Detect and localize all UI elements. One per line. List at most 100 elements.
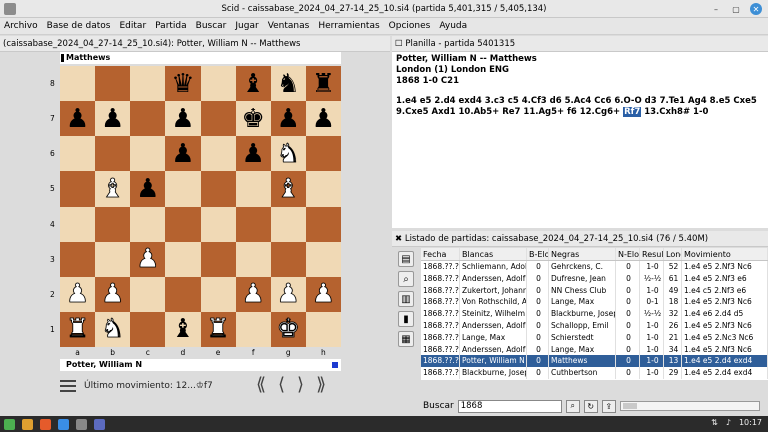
square-g4[interactable] bbox=[270, 206, 306, 242]
browser-icon[interactable] bbox=[40, 418, 51, 430]
square-e3[interactable] bbox=[200, 241, 236, 277]
square-a3[interactable] bbox=[60, 241, 96, 277]
scid-task-icon[interactable] bbox=[94, 418, 105, 430]
table-row[interactable]: 1868.??.?? Steinitz, Wilhelm 0 Blackburne, … bbox=[421, 308, 768, 320]
square-b6[interactable] bbox=[95, 136, 131, 172]
square-e8[interactable] bbox=[200, 66, 236, 102]
square-d8[interactable]: ♛ bbox=[165, 66, 201, 102]
search-input[interactable] bbox=[457, 399, 562, 413]
white-pawn-icon[interactable]: ♟ bbox=[66, 281, 90, 308]
square-a1[interactable]: ♜ bbox=[60, 311, 96, 347]
square-h6[interactable] bbox=[305, 136, 341, 172]
table-row[interactable]: 1868.??.?? Blackburne, Joseph 0 Cuthbertson… bbox=[421, 367, 768, 379]
square-c1[interactable] bbox=[130, 311, 166, 347]
refresh-icon[interactable]: ↻ bbox=[583, 399, 598, 413]
white-rook-icon[interactable]: ♜ bbox=[206, 316, 230, 343]
square-h8[interactable]: ♜ bbox=[305, 66, 341, 102]
square-c4[interactable] bbox=[130, 206, 166, 242]
menu-base-de-datos[interactable]: Base de datos bbox=[47, 21, 111, 31]
white-bishop-icon[interactable]: ♝ bbox=[276, 176, 300, 203]
board-icon[interactable]: ▦ bbox=[398, 331, 414, 347]
moves-after-current[interactable]: 13.Cxh8# 1-0 bbox=[641, 107, 708, 117]
black-pawn-icon[interactable]: ♟ bbox=[66, 106, 89, 132]
table-row[interactable]: 1868.??.?? Anderssen, Adolf 0 Schallopp, Em… bbox=[421, 319, 768, 332]
square-g1[interactable]: ♚ bbox=[270, 311, 306, 347]
white-pawn-icon[interactable]: ♟ bbox=[241, 281, 265, 308]
black-bishop-icon[interactable]: ♝ bbox=[242, 71, 265, 97]
square-c2[interactable] bbox=[130, 276, 166, 312]
square-e4[interactable] bbox=[200, 206, 236, 242]
menu-buscar[interactable]: Buscar bbox=[196, 21, 227, 31]
files-icon[interactable] bbox=[22, 418, 33, 430]
table-row[interactable]: 1868.??.?? Lange, Max 0 Schierstedt 0 1-0 21 1.… bbox=[421, 331, 768, 344]
square-f4[interactable] bbox=[235, 206, 271, 242]
square-d5[interactable] bbox=[165, 171, 201, 207]
maximize-icon[interactable]: ▢ bbox=[730, 3, 742, 15]
volume-icon[interactable]: ♪ bbox=[726, 418, 731, 427]
square-f1[interactable] bbox=[235, 311, 271, 347]
square-c3[interactable]: ♟ bbox=[130, 241, 166, 277]
menu-ventanas[interactable]: Ventanas bbox=[268, 21, 310, 31]
close-icon[interactable]: ✕ bbox=[750, 3, 762, 15]
square-h2[interactable]: ♟ bbox=[305, 276, 341, 312]
square-e7[interactable] bbox=[200, 101, 236, 137]
white-rook-icon[interactable]: ♜ bbox=[66, 316, 90, 343]
square-c7[interactable] bbox=[130, 101, 166, 137]
square-h7[interactable]: ♟ bbox=[305, 101, 341, 137]
square-a6[interactable] bbox=[60, 136, 96, 172]
white-pawn-icon[interactable]: ♟ bbox=[101, 281, 125, 308]
square-h1[interactable] bbox=[305, 311, 341, 347]
black-pawn-icon[interactable]: ♟ bbox=[277, 106, 300, 132]
white-pawn-icon[interactable]: ♟ bbox=[276, 281, 300, 308]
table-row[interactable]: 1868.??.?? Schliemann, Adolp 0 Gehrckens, C… bbox=[421, 261, 768, 273]
square-a8[interactable] bbox=[60, 66, 96, 102]
column-header[interactable]: Movimiento bbox=[682, 248, 768, 260]
hamburger-menu-icon[interactable] bbox=[60, 380, 76, 392]
square-e6[interactable] bbox=[200, 136, 236, 172]
black-bishop-icon[interactable]: ♝ bbox=[171, 316, 194, 342]
square-f6[interactable]: ♟ bbox=[235, 136, 271, 172]
square-c6[interactable] bbox=[130, 136, 166, 172]
table-row[interactable]: 1868.??.?? Potter, William N 0 Matthews 0 1-0… bbox=[421, 355, 768, 368]
column-header[interactable]: Fecha bbox=[421, 248, 460, 260]
next-move-button[interactable]: ⟩ bbox=[297, 374, 304, 395]
white-bishop-icon[interactable]: ♝ bbox=[101, 176, 125, 203]
square-h5[interactable] bbox=[305, 171, 341, 207]
white-knight-icon[interactable]: ♞ bbox=[276, 140, 300, 167]
search-icon[interactable]: ⌕ bbox=[398, 271, 414, 287]
minimize-icon[interactable]: – bbox=[710, 3, 722, 15]
square-b3[interactable] bbox=[95, 241, 131, 277]
terminal-icon[interactable] bbox=[58, 418, 69, 430]
square-e1[interactable]: ♜ bbox=[200, 311, 236, 347]
square-f5[interactable] bbox=[235, 171, 271, 207]
start-menu-icon[interactable] bbox=[4, 418, 15, 430]
square-f3[interactable] bbox=[235, 241, 271, 277]
square-g7[interactable]: ♟ bbox=[270, 101, 306, 137]
square-g8[interactable]: ♞ bbox=[270, 66, 306, 102]
square-g3[interactable] bbox=[270, 241, 306, 277]
editor-icon[interactable] bbox=[76, 418, 87, 430]
black-queen-icon[interactable]: ♛ bbox=[171, 71, 194, 97]
square-b4[interactable] bbox=[95, 206, 131, 242]
white-knight-icon[interactable]: ♞ bbox=[101, 316, 125, 343]
square-d4[interactable] bbox=[165, 206, 201, 242]
menu-herramientas[interactable]: Herramientas bbox=[318, 21, 379, 31]
white-pawn-icon[interactable]: ♟ bbox=[311, 281, 335, 308]
square-a2[interactable]: ♟ bbox=[60, 276, 96, 312]
column-header[interactable]: B-Elo bbox=[527, 248, 549, 260]
first-move-button[interactable]: ⟪ bbox=[256, 374, 266, 395]
square-d2[interactable] bbox=[165, 276, 201, 312]
black-rook-icon[interactable]: ♜ bbox=[312, 71, 335, 97]
square-h3[interactable] bbox=[305, 241, 341, 277]
white-king-icon[interactable]: ♚ bbox=[276, 316, 300, 343]
list-scroll-slider[interactable] bbox=[619, 401, 760, 411]
menu-archivo[interactable]: Archivo bbox=[4, 21, 38, 31]
black-pawn-icon[interactable]: ♟ bbox=[171, 141, 194, 167]
layout-icon[interactable]: ▥ bbox=[398, 291, 414, 307]
chart-icon[interactable]: ▮ bbox=[398, 311, 414, 327]
square-b5[interactable]: ♝ bbox=[95, 171, 131, 207]
square-g6[interactable]: ♞ bbox=[270, 136, 306, 172]
database-icon[interactable]: ▤ bbox=[398, 251, 414, 267]
last-move-button[interactable]: ⟫ bbox=[316, 374, 326, 395]
prev-move-button[interactable]: ⟨ bbox=[278, 374, 285, 395]
